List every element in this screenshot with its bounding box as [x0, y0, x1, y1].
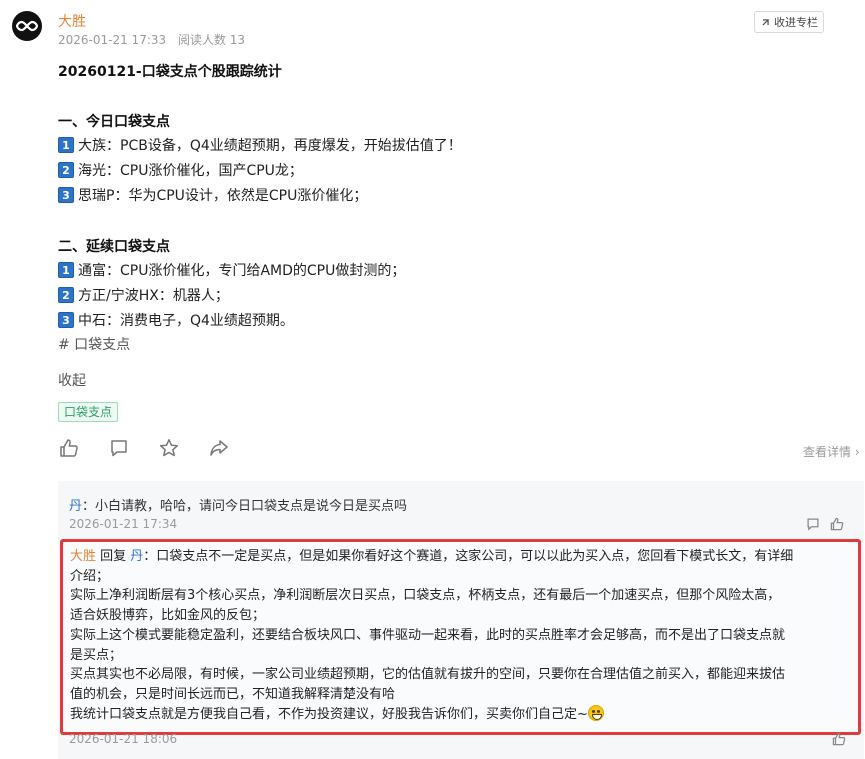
section2-heading: 二、延续口袋支点 — [58, 239, 170, 255]
comment-actions — [806, 517, 844, 531]
item-text: 中石：消费电子，Q4业绩超预期。 — [78, 313, 294, 329]
reply-target[interactable]: 丹 — [130, 549, 143, 564]
hashtag-link[interactable]: # 口袋支点 — [58, 334, 130, 354]
number-badge-icon: 1 — [58, 262, 74, 278]
comment-body: ：小白请教，哈哈，请问今日口袋支点是说今日是买点吗 — [82, 499, 408, 514]
avatar[interactable] — [12, 11, 42, 41]
share-button[interactable] — [208, 437, 230, 459]
reply-line: 值的机会，只是时间长远而已，不知道我解释清楚没有哈 — [70, 686, 396, 702]
section2-item: 1 通富：CPU涨价催化，专门给AMD的CPU做封测的； — [58, 260, 405, 280]
comment-like-icon[interactable] — [830, 517, 844, 531]
post-date: 2026-01-21 17:33 — [58, 33, 167, 47]
grin-emoji-icon — [587, 704, 604, 721]
reply-line: 买点其实也不必局限，有时候，一家公司业绩超预期，它的估值就有拔升的空间，只要你在… — [70, 667, 786, 683]
view-details-link[interactable]: 查看详情 › — [803, 443, 860, 460]
reply-line: 我统计口袋支点就是方便我自己看，不作为投资建议，好股我告诉你们，买卖你们自己定~ — [70, 704, 850, 725]
reply-word: 回复 — [96, 549, 131, 564]
item-text: 思瑞P：华为CPU设计，依然是CPU涨价催化； — [78, 188, 368, 204]
article-title: 20260121-口袋支点个股跟踪统计 — [58, 64, 282, 80]
collect-icon — [762, 18, 769, 26]
reply-actions — [832, 732, 846, 746]
comment-time: 2026-01-21 17:34 — [69, 517, 178, 531]
comment-text: 丹：小白请教，哈哈，请问今日口袋支点是说今日是买点吗 — [69, 495, 407, 514]
number-badge-icon: 2 — [58, 162, 74, 178]
item-text: 通富：CPU涨价催化，专门给AMD的CPU做封测的； — [78, 263, 406, 279]
reply-line: 介绍； — [70, 568, 110, 584]
item-text: 海光：CPU涨价催化，国产CPU龙； — [78, 163, 303, 179]
thumbs-up-icon — [60, 439, 78, 457]
reply-line: 适合妖股博弈，比如金风的反包； — [70, 608, 266, 624]
comments-panel: 丹：小白请教，哈哈，请问今日口袋支点是说今日是买点吗 2026-01-21 17… — [58, 481, 864, 759]
section1-item: 1 大族：PCB设备，Q4业绩超预期，再度爆发，开始拔估值了！ — [58, 135, 462, 155]
star-icon — [159, 439, 179, 457]
action-bar — [58, 437, 230, 459]
reply-line: 实际上净利润断层有3个核心买点，净利润断层次日买点，口袋支点，杯柄支点，还有最后… — [70, 588, 781, 604]
comment-button[interactable] — [108, 437, 130, 459]
section1-heading: 一、今日口袋支点 — [58, 114, 170, 130]
topic-tag[interactable]: 口袋支点 — [58, 402, 119, 422]
reply-time: 2026-01-21 18:06 — [69, 732, 178, 746]
read-count: 阅读人数 13 — [177, 33, 246, 47]
collect-to-column-button[interactable]: 收进专栏 — [754, 11, 824, 33]
reply-like-icon[interactable] — [832, 732, 846, 746]
reply-line: 实际上这个模式要能稳定盈利，还要结合板块风口、事件驱动一起来看，此时的买点胜率才… — [70, 627, 786, 643]
item-text: 方正/宁波HX：机器人； — [78, 288, 229, 304]
collect-label: 收进专栏 — [774, 16, 818, 29]
reply-line: 是买点； — [70, 647, 123, 663]
item-text: 大族：PCB设备，Q4业绩超预期，再度爆发，开始拔估值了！ — [78, 138, 462, 154]
number-badge-icon: 2 — [58, 287, 74, 303]
reply-author[interactable]: 大胜 — [70, 549, 96, 564]
section2-item: 3 中石：消费电子，Q4业绩超预期。 — [58, 310, 294, 330]
section1-item: 3 思瑞P：华为CPU设计，依然是CPU涨价催化； — [58, 185, 367, 205]
author-name[interactable]: 大胜 — [58, 11, 86, 31]
section1-item: 2 海光：CPU涨价催化，国产CPU龙； — [58, 160, 303, 180]
number-badge-icon: 1 — [58, 137, 74, 153]
post-meta: 2026-01-21 17:33 阅读人数 13 — [58, 31, 245, 48]
number-badge-icon: 3 — [58, 312, 74, 328]
section2-item: 2 方正/宁波HX：机器人； — [58, 285, 229, 305]
commenter-name[interactable]: 丹 — [69, 499, 82, 514]
reply-comment-icon[interactable] — [806, 517, 820, 531]
highlighted-reply: 大胜 回复 丹：口袋支点不一定是买点，但是如果你看好这个赛道，这家公司，可以以此… — [60, 539, 861, 735]
share-arrow-icon — [210, 440, 228, 456]
reply-text: ：口袋支点不一定是买点，但是如果你看好这个赛道，这家公司，可以以此为买入点，您回… — [143, 549, 794, 564]
number-badge-icon: 3 — [58, 187, 74, 203]
favorite-button[interactable] — [158, 437, 180, 459]
reply-text: 我统计口袋支点就是方便我自己看，不作为投资建议，好股我告诉你们，买卖你们自己定~ — [70, 706, 588, 722]
infinity-logo-icon — [16, 20, 38, 32]
like-button[interactable] — [58, 437, 80, 459]
collapse-link[interactable]: 收起 — [58, 370, 86, 390]
comment-icon — [111, 440, 127, 457]
reply-line: 大胜 回复 丹：口袋支点不一定是买点，但是如果你看好这个赛道，这家公司，可以以此… — [70, 547, 850, 567]
